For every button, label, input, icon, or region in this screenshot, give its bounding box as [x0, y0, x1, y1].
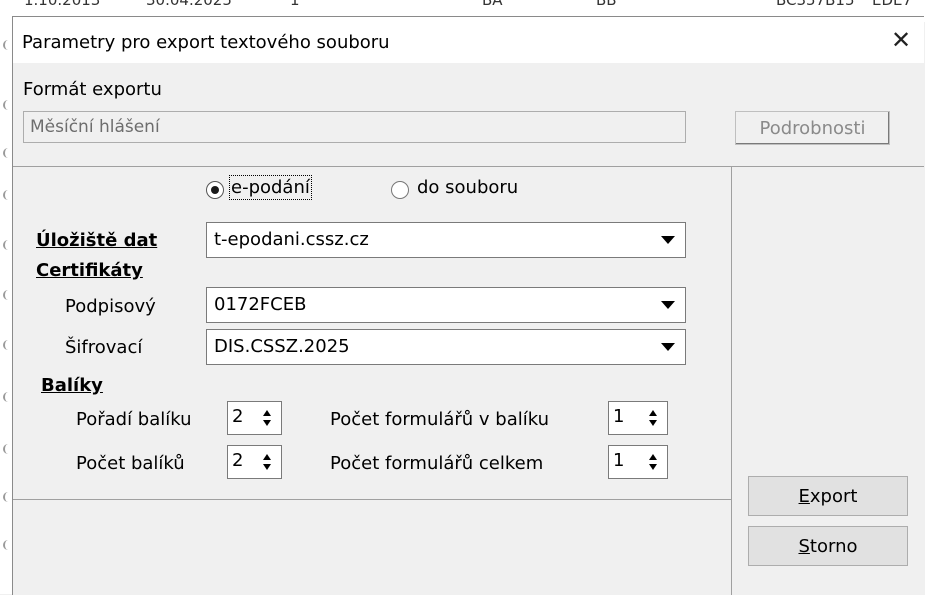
title-bar: Parametry pro export textového souboru ✕ — [13, 17, 924, 63]
export-format-field: Měsíční hlášení — [23, 111, 686, 143]
signing-cert-value: 0172FCEB — [214, 294, 307, 315]
background-window-edge — [0, 0, 12, 594]
spin-up-icon[interactable] — [263, 454, 271, 460]
forms-total-stepper[interactable]: 1 — [608, 445, 668, 479]
bg-cell: 1.10.2013 — [24, 0, 101, 9]
export-parameters-dialog: Parametry pro export textového souboru ✕… — [12, 16, 924, 595]
package-order-value: 2 — [232, 406, 244, 427]
package-order-stepper[interactable]: 2 — [227, 401, 282, 435]
spin-up-icon[interactable] — [649, 454, 657, 460]
storage-select[interactable]: t-epodani.cssz.cz — [206, 222, 686, 258]
export-button-label: Export — [798, 485, 858, 507]
encryption-cert-value: DIS.CSSZ.2025 — [214, 336, 350, 357]
divider — [13, 499, 731, 500]
bg-cell: 30.04.2025 — [146, 0, 232, 9]
package-count-stepper[interactable]: 2 — [227, 445, 282, 479]
dialog-title: Parametry pro export textového souboru — [22, 32, 390, 53]
forms-in-package-stepper[interactable]: 1 — [608, 401, 668, 435]
spin-down-icon[interactable] — [649, 420, 657, 426]
dropdown-arrow-icon — [661, 343, 675, 351]
signing-cert-label: Podpisový — [65, 296, 156, 317]
bg-cell: BÁ — [482, 0, 503, 9]
package-count-label: Počet balíků — [76, 453, 185, 474]
spin-down-icon[interactable] — [263, 464, 271, 470]
package-order-label: Pořadí balíku — [76, 409, 192, 430]
certificates-label: Certifikáty — [36, 260, 143, 281]
spin-up-icon[interactable] — [649, 410, 657, 416]
radio-do-souboru-label[interactable]: do souboru — [417, 177, 518, 198]
bg-cell: BC357B15 — [776, 0, 855, 9]
divider — [731, 166, 732, 595]
bg-cell: EDE7 — [872, 0, 913, 9]
divider — [13, 166, 924, 167]
encryption-cert-select[interactable]: DIS.CSSZ.2025 — [206, 329, 686, 365]
spin-up-icon[interactable] — [263, 410, 271, 416]
package-count-value: 2 — [232, 450, 244, 471]
export-button[interactable]: Export — [748, 476, 908, 516]
forms-total-value: 1 — [613, 450, 625, 471]
dropdown-arrow-icon — [661, 236, 675, 244]
spin-down-icon[interactable] — [263, 420, 271, 426]
signing-cert-select[interactable]: 0172FCEB — [206, 287, 686, 323]
radio-e-podani-label[interactable]: e-podání — [229, 175, 312, 200]
forms-in-package-label: Počet formulářů v balíku — [330, 409, 550, 430]
close-icon: ✕ — [890, 26, 912, 54]
close-button[interactable]: ✕ — [878, 17, 924, 63]
bg-cell: 1 — [290, 0, 300, 9]
radio-do-souboru[interactable] — [391, 181, 409, 199]
storage-value: t-epodani.cssz.cz — [214, 229, 369, 250]
bg-cell: BB — [596, 0, 617, 9]
cancel-button[interactable]: Storno — [748, 526, 908, 566]
export-format-label: Formát exportu — [23, 79, 162, 100]
forms-in-package-value: 1 — [613, 406, 625, 427]
dropdown-arrow-icon — [661, 301, 675, 309]
radio-e-podani[interactable] — [206, 181, 224, 199]
storage-label: Úložiště dat — [36, 230, 158, 251]
details-button[interactable]: Podrobnosti — [735, 111, 890, 145]
forms-total-label: Počet formulářů celkem — [330, 453, 544, 474]
encryption-cert-label: Šifrovací — [65, 337, 143, 358]
spin-down-icon[interactable] — [649, 464, 657, 470]
cancel-button-label: Storno — [798, 535, 858, 557]
packages-label: Balíky — [41, 375, 103, 396]
radio-selected-dot — [211, 186, 219, 194]
